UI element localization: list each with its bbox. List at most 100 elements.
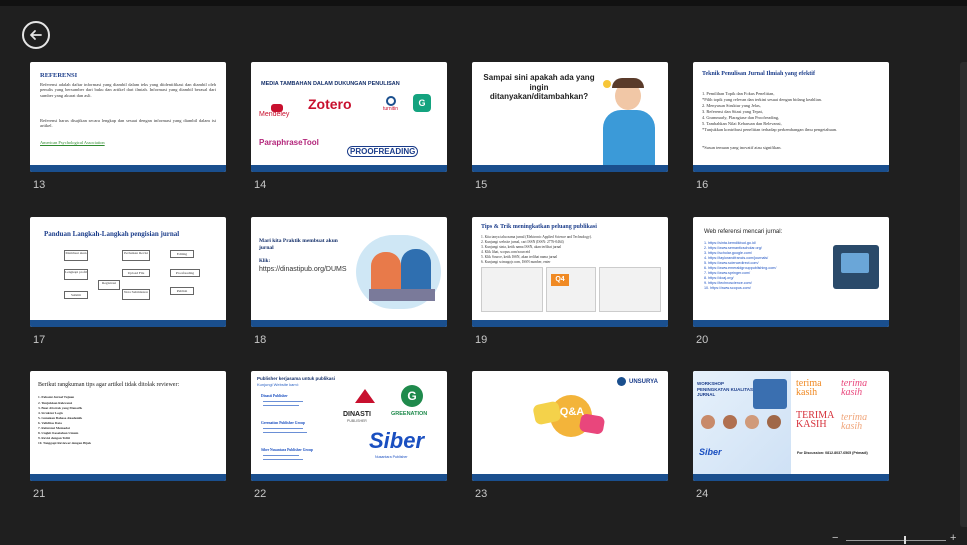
slide-19[interactable]: Tips & Trik meningkatkan peluang publika… bbox=[472, 217, 668, 346]
slide-17[interactable]: Panduan Langkah-Langkah pengisian jurnal… bbox=[30, 217, 226, 346]
siber-logo: Siber bbox=[369, 428, 425, 453]
slide-thumbnail[interactable]: UNSURYA Q&A bbox=[472, 371, 668, 481]
slide-23[interactable]: UNSURYA Q&A 23 bbox=[472, 371, 668, 500]
slide-bar bbox=[251, 320, 447, 327]
slide-item: 1. Pemilihan Topik dan Fokus Penelitian, bbox=[702, 91, 775, 96]
slide-number: 13 bbox=[33, 179, 46, 191]
slide-thumbnail[interactable]: Mari kita Praktik membuat akun jurnal Kl… bbox=[251, 217, 447, 327]
mendeley-logo: Mendeley bbox=[259, 104, 304, 118]
slide-14[interactable]: MEDIA TAMBAHAN DALAM DUKUNGAN PENULISAN … bbox=[251, 62, 447, 191]
slide-text: Referensi harus disajikan secara lengkap… bbox=[40, 118, 216, 129]
slide-bar bbox=[472, 320, 668, 327]
proofreading-logo: PROOFREADING bbox=[347, 146, 419, 157]
slide-text: Referensi adalah daftar informasi yang d… bbox=[40, 82, 216, 98]
slide-bar bbox=[472, 165, 668, 172]
slide-number: 17 bbox=[33, 334, 46, 346]
slide-thumbnail[interactable]: Web referensi mencari jurnal: 1. https:/… bbox=[693, 217, 889, 327]
greenation-logo: G bbox=[401, 385, 423, 407]
zotero-logo: Zotero bbox=[308, 96, 352, 112]
slide-bar bbox=[30, 320, 226, 327]
slide-title: MEDIA TAMBAHAN DALAM DUKUNGAN PENULISAN bbox=[261, 81, 400, 87]
slide-number: 14 bbox=[254, 179, 267, 191]
slide-title: Mari kita Praktik membuat akun jurnal bbox=[259, 238, 338, 251]
thanks-text: terima kasih bbox=[796, 378, 822, 398]
slide-image bbox=[833, 245, 879, 289]
slide-thumbnail[interactable]: WORKSHOP PENINGKATAN KUALITAS JURNAL Sib… bbox=[693, 371, 889, 481]
slide-thumbnail[interactable]: Berikut rangkuman tips agar artikel tida… bbox=[30, 371, 226, 481]
top-strip bbox=[0, 0, 967, 6]
slide-thumbnail[interactable]: Teknik Penulisan Jurnal Ilmiah yang efek… bbox=[693, 62, 889, 172]
screenshot-panel: Q4 bbox=[546, 267, 596, 312]
workshop-title: WORKSHOP PENINGKATAN KUALITAS JURNAL bbox=[697, 381, 753, 397]
slide-22[interactable]: Publisher kerjasama untuk publikasi Kunj… bbox=[251, 371, 447, 500]
thanks-text: terima kasih bbox=[841, 412, 868, 432]
slide-bar bbox=[472, 474, 668, 481]
thanks-text: TERIMA KASIH bbox=[796, 410, 834, 430]
slide-thumbnail[interactable]: Publisher kerjasama untuk publikasi Kunj… bbox=[251, 371, 447, 481]
slide-item: *Pilih topik yang relevan dan terkini se… bbox=[702, 97, 822, 102]
turnitin-logo: turnitin bbox=[383, 96, 398, 112]
slide-number: 22 bbox=[254, 488, 267, 500]
slide-24[interactable]: WORKSHOP PENINGKATAN KUALITAS JURNAL Sib… bbox=[693, 371, 889, 500]
paraphrasetool-logo: ParaphraseTool bbox=[259, 138, 319, 147]
dinasti-logo bbox=[347, 389, 383, 411]
slide-title: REFERENSI bbox=[40, 72, 78, 79]
slide-title: Berikut rangkuman tips agar artikel tida… bbox=[38, 382, 180, 388]
slide-item: *Susun temuan yang inovatif atau signifi… bbox=[702, 145, 782, 150]
slide-18[interactable]: Mari kita Praktik membuat akun jurnal Kl… bbox=[251, 217, 447, 346]
slide-number: 20 bbox=[696, 334, 709, 346]
slide-item: 5. Tambahkan Nilai Kebaruan dan Relevans… bbox=[702, 121, 782, 126]
slide-number: 15 bbox=[475, 179, 488, 191]
slide-link-label: Klik: bbox=[259, 259, 271, 264]
slide-title: Publisher kerjasama untuk publikasi bbox=[257, 376, 336, 381]
lightbulb-icon bbox=[603, 80, 611, 88]
side-panel-edge[interactable] bbox=[960, 62, 967, 527]
zoom-out-button[interactable]: − bbox=[832, 532, 838, 544]
slide-thumbnail[interactable]: Sampai sini apakah ada yang ingin ditany… bbox=[472, 62, 668, 172]
slide-bar bbox=[693, 165, 889, 172]
slide-grid: REFERENSI Referensi adalah daftar inform… bbox=[30, 62, 900, 502]
slide-title: Teknik Penulisan Jurnal Ilmiah yang efek… bbox=[702, 71, 815, 77]
slide-thumbnail[interactable]: Panduan Langkah-Langkah pengisian jurnal… bbox=[30, 217, 226, 327]
slide-thumbnail[interactable]: REFERENSI Referensi adalah daftar inform… bbox=[30, 62, 226, 172]
slide-number: 23 bbox=[475, 488, 488, 500]
zoom-handle[interactable] bbox=[904, 536, 906, 544]
slide-bar bbox=[251, 474, 447, 481]
slide-15[interactable]: Sampai sini apakah ada yang ingin ditany… bbox=[472, 62, 668, 191]
slide-bar bbox=[251, 165, 447, 172]
slide-title: Tips & Trik meningkatkan peluang publika… bbox=[481, 224, 597, 230]
slide-item: 3. Referensi dan Sitasi yang Tepat, bbox=[702, 109, 763, 114]
contact-text: For Discussion: 0812.8037.6565 (Primadi) bbox=[797, 451, 868, 455]
screenshot-panel bbox=[481, 267, 543, 312]
slide-thumbnail[interactable]: MEDIA TAMBAHAN DALAM DUKUNGAN PENULISAN … bbox=[251, 62, 447, 172]
slide-number: 19 bbox=[475, 334, 488, 346]
person-body bbox=[603, 110, 655, 165]
slide-number: 18 bbox=[254, 334, 267, 346]
slide-bar bbox=[693, 320, 889, 327]
zoom-track[interactable] bbox=[846, 540, 946, 541]
zoom-slider[interactable]: − + bbox=[832, 532, 962, 544]
slide-title: Panduan Langkah-Langkah pengisian jurnal bbox=[44, 230, 180, 238]
unsurya-emblem-icon bbox=[617, 377, 626, 386]
grammarly-logo: G bbox=[413, 94, 431, 112]
slide-number: 21 bbox=[33, 488, 46, 500]
unsurya-logo: UNSURYA bbox=[629, 379, 658, 385]
slide-thumbnail[interactable]: Tips & Trik meningkatkan peluang publika… bbox=[472, 217, 668, 327]
slide-item: 4. Grammarly, Plaragiase dan Proofreadin… bbox=[702, 115, 780, 120]
slide-16[interactable]: Teknik Penulisan Jurnal Ilmiah yang efek… bbox=[693, 62, 889, 191]
slide-title: Web referensi mencari jurnal: bbox=[704, 229, 783, 235]
thanks-text: terima kasih bbox=[841, 378, 868, 398]
slide-13[interactable]: REFERENSI Referensi adalah daftar inform… bbox=[30, 62, 226, 191]
slide-link: https://dinastipub.org/DUMS bbox=[259, 266, 347, 273]
slide-number: 24 bbox=[696, 488, 709, 500]
zoom-in-button[interactable]: + bbox=[950, 532, 956, 544]
screenshot-panel bbox=[599, 267, 661, 312]
slide-21[interactable]: Berikut rangkuman tips agar artikel tida… bbox=[30, 371, 226, 500]
slide-item: *Tunjukkan kontribusi penelitian terhada… bbox=[702, 127, 838, 132]
slide-subtitle: Kunjungi Website kami: bbox=[257, 382, 299, 387]
back-button[interactable] bbox=[22, 21, 50, 49]
arrow-left-icon bbox=[30, 30, 42, 40]
slide-20[interactable]: Web referensi mencari jurnal: 1. https:/… bbox=[693, 217, 889, 346]
slide-title: Sampai sini apakah ada yang ingin ditany… bbox=[483, 73, 595, 101]
slide-bar bbox=[30, 165, 226, 172]
